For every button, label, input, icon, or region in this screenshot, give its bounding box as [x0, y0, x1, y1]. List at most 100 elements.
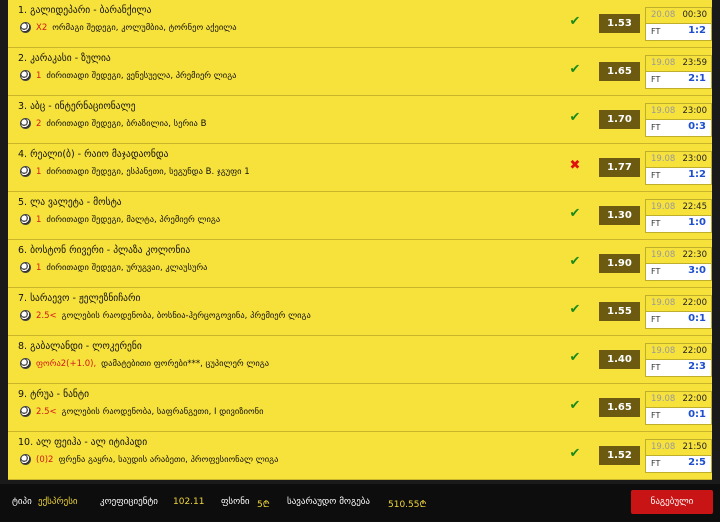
result-box: 19.08 22:00 FT 2:3	[645, 343, 712, 377]
final-score: 2:3	[688, 361, 706, 372]
stake-value: 5₾	[257, 500, 270, 510]
match-date: 19.08	[651, 394, 676, 404]
bet-row[interactable]: 10. ალ ფეიჰა - ალ იტიჰადი (0)2 ფრენა გაყ…	[8, 432, 712, 480]
bet-pick: (0)2	[36, 454, 54, 465]
soccer-ball-icon	[20, 22, 31, 33]
result-box: 19.08 23:00 FT 1:2	[645, 151, 712, 185]
check-icon: ✔	[569, 350, 581, 365]
result-box: 20.08 00:30 FT 1:2	[645, 7, 712, 41]
match-title: 2. კარაკასი - ზულია	[18, 53, 111, 64]
bet-row[interactable]: 1. გალიდეპარი - ბარანქილა X2 ორმაგი შედე…	[8, 0, 712, 48]
bet-row[interactable]: 4. რეალი(ბ) - რაიო მაჯადაონდა 1 ძირითადი…	[8, 144, 712, 192]
market-description: ძირითადი შედეგი, ესპანეთი, სეგუნდა B. ჯგ…	[46, 166, 250, 177]
odds-value: 1.52	[599, 446, 640, 465]
soccer-ball-icon	[20, 166, 31, 177]
match-time: 22:00	[682, 394, 708, 404]
potential-win-label: სავარაუდო მოგება	[287, 497, 370, 507]
soccer-ball-icon	[20, 118, 31, 129]
result-box: 19.08 22:45 FT 1:0	[645, 199, 712, 233]
match-time: 22:30	[682, 250, 708, 260]
full-time-label: FT	[651, 27, 661, 36]
full-time-label: FT	[651, 411, 661, 420]
submit-bet-button[interactable]: ნაგებული	[631, 490, 713, 514]
final-score: 2:1	[688, 73, 706, 84]
odds-value: 1.65	[599, 62, 640, 81]
match-date: 19.08	[651, 298, 676, 308]
bet-pick: 2.5<	[36, 406, 57, 417]
match-time: 23:00	[682, 106, 708, 116]
final-score: 1:2	[688, 25, 706, 36]
result-box: 19.08 23:00 FT 0:3	[645, 103, 712, 137]
bet-row[interactable]: 5. ლა ვალეტა - მოსტა 1 ძირითადი შედეგი, …	[8, 192, 712, 240]
market-description: გოლების რაოდენობა, ბოსნია-ჰერცოგოვინა, პ…	[61, 310, 311, 321]
footer-bar: ტიპი ექსპრესი კოეფიციენტი 102.11 ფსონი 5…	[0, 484, 720, 522]
bet-pick: ფორა2(+1.0),	[36, 358, 97, 369]
match-time: 21:50	[682, 442, 708, 452]
match-title: 6. ბოსტონ რივერი - პლაზა კოლონია	[18, 245, 191, 256]
final-score: 2:5	[688, 457, 706, 468]
bet-pick: 1	[36, 214, 42, 225]
market-description: დამატებითი ფორები***, ცუპილერ ლიგა	[101, 358, 270, 369]
match-time: 22:45	[682, 202, 708, 212]
market-description: ძირითადი შედეგი, ბრაზილია, სერია B	[46, 118, 207, 129]
bet-row[interactable]: 7. სარაევო - ჟელეზნიჩარი 2.5< გოლების რა…	[8, 288, 712, 336]
match-date: 19.08	[651, 442, 676, 452]
bet-row[interactable]: 6. ბოსტონ რივერი - პლაზა კოლონია 1 ძირით…	[8, 240, 712, 288]
cross-icon: ✖	[569, 158, 581, 173]
final-score: 1:0	[688, 217, 706, 228]
full-time-label: FT	[651, 267, 661, 276]
market-description: ფრენა გაყრა, საუდის არაბეთი, პროფესიონალ…	[58, 454, 279, 465]
full-time-label: FT	[651, 123, 661, 132]
match-title: 5. ლა ვალეტა - მოსტა	[18, 197, 122, 208]
bet-details: (0)2 ფრენა გაყრა, საუდის არაბეთი, პროფეს…	[20, 454, 278, 465]
market-description: ძირითადი შედეგი, მალტა, პრემიერ ლიგა	[46, 214, 221, 225]
match-time: 00:30	[682, 10, 708, 20]
check-icon: ✔	[569, 302, 581, 317]
full-time-label: FT	[651, 75, 661, 84]
market-description: ძირითადი შედეგი, ურუგვაი, კლაუსურა	[46, 262, 208, 273]
bet-list: 1. გალიდეპარი - ბარანქილა X2 ორმაგი შედე…	[8, 0, 712, 480]
match-title: 1. გალიდეპარი - ბარანქილა	[18, 5, 152, 16]
bet-details: 1 ძირითადი შედეგი, ურუგვაი, კლაუსურა	[20, 262, 208, 273]
match-date: 19.08	[651, 250, 676, 260]
full-time-label: FT	[651, 219, 661, 228]
match-title: 3. აბც - ინტერნაციონალე	[18, 101, 136, 112]
match-title: 9. ტრუა - ნანტი	[18, 389, 89, 400]
match-title: 7. სარაევო - ჟელეზნიჩარი	[18, 293, 141, 304]
odds-value: 1.55	[599, 302, 640, 321]
bet-details: 2.5< გოლების რაოდენობა, ბოსნია-ჰერცოგოვი…	[20, 310, 311, 321]
bet-details: X2 ორმაგი შედეგი, კოლუმბია, ტორნეო აქეილ…	[20, 22, 237, 33]
check-icon: ✔	[569, 14, 581, 29]
match-date: 19.08	[651, 106, 676, 116]
bet-slip-screen: 1. გალიდეპარი - ბარანქილა X2 ორმაგი შედე…	[0, 0, 720, 522]
check-icon: ✔	[569, 62, 581, 77]
soccer-ball-icon	[20, 70, 31, 81]
match-title: 8. გაბალანდი - ლოკერენი	[18, 341, 142, 352]
bet-row[interactable]: 2. კარაკასი - ზულია 1 ძირითადი შედეგი, ვ…	[8, 48, 712, 96]
result-box: 19.08 21:50 FT 2:5	[645, 439, 712, 473]
market-description: ძირითადი შედეგი, ვენესუელა, პრემიერ ლიგა	[46, 70, 237, 81]
match-date: 19.08	[651, 154, 676, 164]
bet-row[interactable]: 3. აბც - ინტერნაციონალე 2 ძირითადი შედეგ…	[8, 96, 712, 144]
odds-value: 1.70	[599, 110, 640, 129]
soccer-ball-icon	[20, 454, 31, 465]
bet-pick: 2.5<	[36, 310, 57, 321]
bet-row[interactable]: 9. ტრუა - ნანტი 2.5< გოლების რაოდენობა, …	[8, 384, 712, 432]
full-time-label: FT	[651, 171, 661, 180]
result-box: 19.08 22:00 FT 0:1	[645, 295, 712, 329]
soccer-ball-icon	[20, 262, 31, 273]
odds-value: 1.40	[599, 350, 640, 369]
soccer-ball-icon	[20, 406, 31, 417]
bet-details: 1 ძირითადი შედეგი, მალტა, პრემიერ ლიგა	[20, 214, 220, 225]
coef-value: 102.11	[173, 497, 205, 507]
bet-row[interactable]: 8. გაბალანდი - ლოკერენი ფორა2(+1.0), დამ…	[8, 336, 712, 384]
market-description: ორმაგი შედეგი, კოლუმბია, ტორნეო აქეილა	[52, 22, 237, 33]
result-box: 19.08 22:00 FT 0:1	[645, 391, 712, 425]
bet-details: 1 ძირითადი შედეგი, ესპანეთი, სეგუნდა B. …	[20, 166, 250, 177]
match-time: 23:00	[682, 154, 708, 164]
odds-value: 1.30	[599, 206, 640, 225]
odds-value: 1.53	[599, 14, 640, 33]
match-title: 4. რეალი(ბ) - რაიო მაჯადაონდა	[18, 149, 169, 160]
coef-label: კოეფიციენტი	[100, 497, 158, 507]
match-time: 23:59	[682, 58, 708, 68]
